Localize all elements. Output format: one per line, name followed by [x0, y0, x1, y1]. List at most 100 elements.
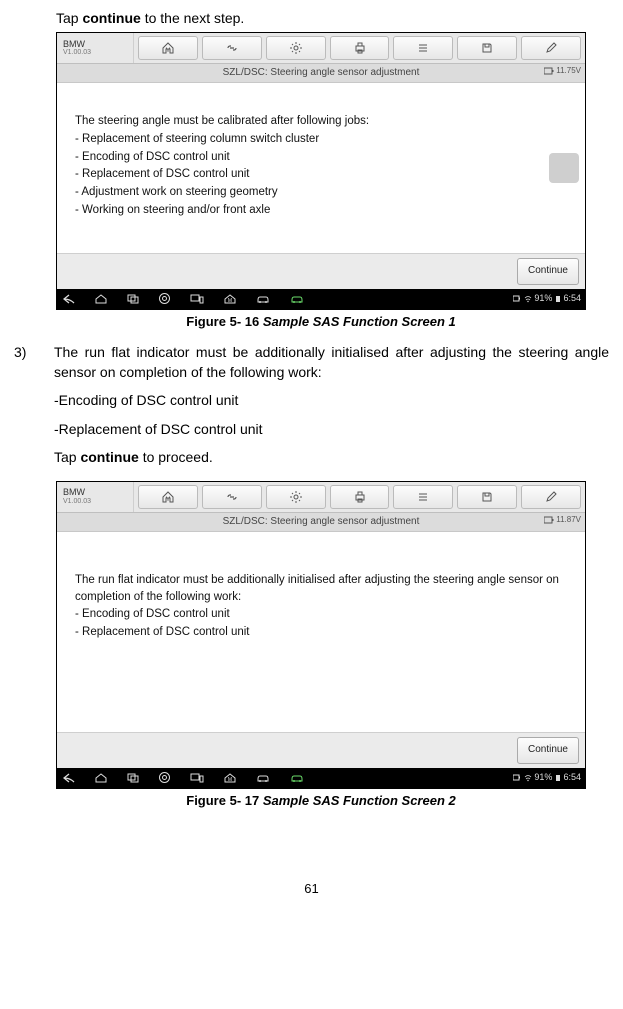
- figure-1-caption: Figure 5- 16 Sample SAS Function Screen …: [56, 313, 586, 332]
- brand-version: V1.00.03: [63, 498, 133, 506]
- toolbar-save-btn[interactable]: [457, 36, 517, 60]
- step3-para2-suffix: to proceed.: [139, 449, 213, 465]
- home-m-icon: M: [161, 42, 175, 54]
- home-m-icon: M: [161, 491, 175, 503]
- list-icon: [417, 43, 429, 53]
- content-line: - Adjustment work on steering geometry: [75, 184, 575, 201]
- toolbar-save-btn[interactable]: [457, 485, 517, 509]
- devices-icon[interactable]: [190, 773, 204, 783]
- nav-home-icon[interactable]: [95, 773, 107, 783]
- status-right: 91% 6:54: [513, 292, 581, 305]
- continue-button[interactable]: Continue: [517, 258, 579, 285]
- toolbar: M: [134, 33, 585, 63]
- bottom-nav-bar: M 91% 6:54: [57, 768, 585, 788]
- wifi-icon: [524, 774, 532, 782]
- intro-suffix: to the next step.: [141, 10, 245, 26]
- devices-icon[interactable]: [190, 294, 204, 304]
- toolbar-edit-btn[interactable]: [521, 36, 581, 60]
- content-header: The steering angle must be calibrated af…: [75, 113, 575, 130]
- back-icon[interactable]: [63, 294, 75, 304]
- brand-name: BMW: [63, 40, 133, 50]
- nav-home-m-icon[interactable]: M: [224, 294, 236, 304]
- bottom-nav-bar: M 91% 6:54: [57, 289, 585, 309]
- subtitle-text: SZL/DSC: Steering angle sensor adjustmen…: [223, 66, 420, 81]
- content-header: The run flat indicator must be additiona…: [75, 572, 575, 605]
- toolbar-link-btn[interactable]: [202, 485, 262, 509]
- intro-prefix: Tap: [56, 10, 82, 26]
- page-number: 61: [14, 880, 609, 899]
- chrome-icon[interactable]: [159, 293, 170, 304]
- svg-text:M: M: [228, 298, 232, 304]
- car-icon[interactable]: [256, 773, 270, 783]
- save-icon: [481, 42, 493, 54]
- back-icon[interactable]: [63, 773, 75, 783]
- print-icon: [354, 491, 366, 503]
- caption-fig-title: Sample SAS Function Screen 1: [263, 314, 456, 329]
- toolbar-edit-btn[interactable]: [521, 485, 581, 509]
- subtitle-bar: SZL/DSC: Steering angle sensor adjustmen…: [57, 513, 585, 532]
- continue-button[interactable]: Continue: [517, 737, 579, 764]
- battery-icon: [544, 67, 554, 75]
- battery-vert-icon: [555, 774, 561, 782]
- nav-home-icon[interactable]: [95, 294, 107, 304]
- content-line: - Replacement of DSC control unit: [75, 166, 575, 183]
- subtitle-bar: SZL/DSC: Steering angle sensor adjustmen…: [57, 64, 585, 83]
- side-ghost-button[interactable]: [549, 153, 579, 183]
- caption-fig-title: Sample SAS Function Screen 2: [263, 793, 456, 808]
- toolbar-print-btn[interactable]: [330, 485, 390, 509]
- voltage-value: 11.87V: [556, 514, 581, 526]
- chrome-icon[interactable]: [159, 772, 170, 783]
- step3-para1: The run flat indicator must be additiona…: [54, 342, 609, 383]
- step-number: 3): [14, 342, 54, 475]
- toolbar-home-btn[interactable]: M: [138, 36, 198, 60]
- content-line: - Replacement of steering column switch …: [75, 131, 575, 148]
- pencil-icon: [545, 42, 557, 54]
- link-icon: [225, 43, 239, 53]
- recent-icon[interactable]: [127, 773, 139, 783]
- step3-bullet2: -Replacement of DSC control unit: [54, 419, 609, 439]
- gear-icon: [290, 42, 302, 54]
- status-time: 6:54: [563, 772, 581, 782]
- nav-home-m-icon[interactable]: M: [224, 773, 236, 783]
- screenshot-figure-2: BMW V1.00.03 M SZL/DSC: Steering angle s…: [56, 481, 586, 789]
- intro-instruction: Tap continue to the next step.: [56, 8, 609, 28]
- content-line: - Replacement of DSC control unit: [75, 624, 575, 641]
- toolbar-list-btn[interactable]: [393, 36, 453, 60]
- toolbar: M: [134, 482, 585, 512]
- status-right: 91% 6:54: [513, 771, 581, 784]
- link-icon: [225, 492, 239, 502]
- wifi-icon: [524, 295, 532, 303]
- list-icon: [417, 492, 429, 502]
- voltage-value: 11.75V: [556, 65, 581, 77]
- recent-icon[interactable]: [127, 294, 139, 304]
- toolbar-list-btn[interactable]: [393, 485, 453, 509]
- save-icon: [481, 491, 493, 503]
- content-line: - Working on steering and/or front axle: [75, 202, 575, 219]
- brand-name: BMW: [63, 488, 133, 498]
- battery-vert-icon: [555, 295, 561, 303]
- step3-para2: Tap continue to proceed.: [54, 447, 609, 467]
- toolbar-link-btn[interactable]: [202, 36, 262, 60]
- content-line: - Encoding of DSC control unit: [75, 149, 575, 166]
- status-signal: 91%: [534, 293, 552, 303]
- pencil-icon: [545, 491, 557, 503]
- car-connected-icon[interactable]: [290, 773, 304, 783]
- content-line: - Encoding of DSC control unit: [75, 606, 575, 623]
- step3-bullet1: -Encoding of DSC control unit: [54, 390, 609, 410]
- content-area: The run flat indicator must be additiona…: [57, 532, 585, 732]
- car-icon[interactable]: [256, 294, 270, 304]
- svg-text:M: M: [165, 48, 170, 54]
- figure-2-caption: Figure 5- 17 Sample SAS Function Screen …: [56, 792, 586, 811]
- svg-text:M: M: [228, 777, 232, 783]
- step3-para2-prefix: Tap: [54, 449, 80, 465]
- brand-block: BMW V1.00.03: [57, 482, 134, 512]
- svg-text:M: M: [165, 497, 170, 503]
- toolbar-print-btn[interactable]: [330, 36, 390, 60]
- car-connected-icon[interactable]: [290, 294, 304, 304]
- voltage-indicator: 11.87V: [544, 514, 581, 526]
- toolbar-settings-btn[interactable]: [266, 36, 326, 60]
- subtitle-text: SZL/DSC: Steering angle sensor adjustmen…: [223, 515, 420, 530]
- caption-fig-label: Figure 5- 17: [186, 793, 259, 808]
- toolbar-home-btn[interactable]: M: [138, 485, 198, 509]
- toolbar-settings-btn[interactable]: [266, 485, 326, 509]
